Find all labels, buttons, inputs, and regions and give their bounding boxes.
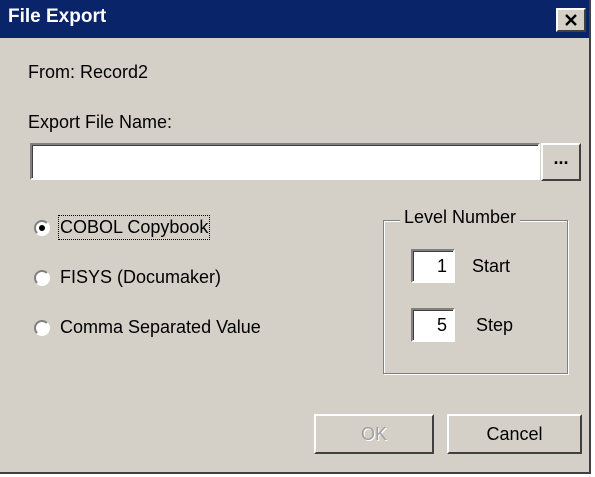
from-label: From: Record2: [28, 62, 149, 82]
radio-label: Comma Separated Value: [60, 317, 261, 337]
radio-label: FISYS (Documaker): [60, 267, 222, 287]
start-label: Start: [472, 256, 511, 276]
close-button[interactable]: [556, 8, 586, 32]
close-icon: [565, 14, 577, 26]
radio-label: COBOL Copybook: [57, 215, 211, 240]
radio-comma-separated-value[interactable]: Comma Separated Value: [34, 317, 261, 338]
radio-cobol-copybook[interactable]: COBOL Copybook: [34, 215, 211, 240]
level-number-group: [383, 220, 568, 374]
export-file-name-label: Export File Name:: [28, 112, 173, 132]
file-export-dialog: File Export From: Record2 Export File Na…: [0, 0, 591, 474]
cancel-button[interactable]: Cancel: [447, 414, 582, 454]
browse-button[interactable]: ...: [541, 143, 581, 181]
radio-fisys-documaker[interactable]: FISYS (Documaker): [34, 267, 221, 288]
level-number-group-title: Level Number: [400, 207, 521, 228]
radio-button[interactable]: [34, 269, 50, 286]
step-label: Step: [476, 315, 514, 335]
radio-button[interactable]: [34, 319, 50, 336]
radio-selected-dot: [39, 224, 45, 231]
export-file-name-input[interactable]: [30, 143, 540, 180]
window-title: File Export: [8, 6, 107, 27]
title-bar[interactable]: File Export: [0, 0, 589, 38]
start-level-input[interactable]: 1: [411, 249, 455, 283]
step-level-input[interactable]: 5: [411, 308, 455, 342]
radio-button[interactable]: [34, 219, 50, 236]
ok-button[interactable]: OK: [314, 414, 434, 454]
